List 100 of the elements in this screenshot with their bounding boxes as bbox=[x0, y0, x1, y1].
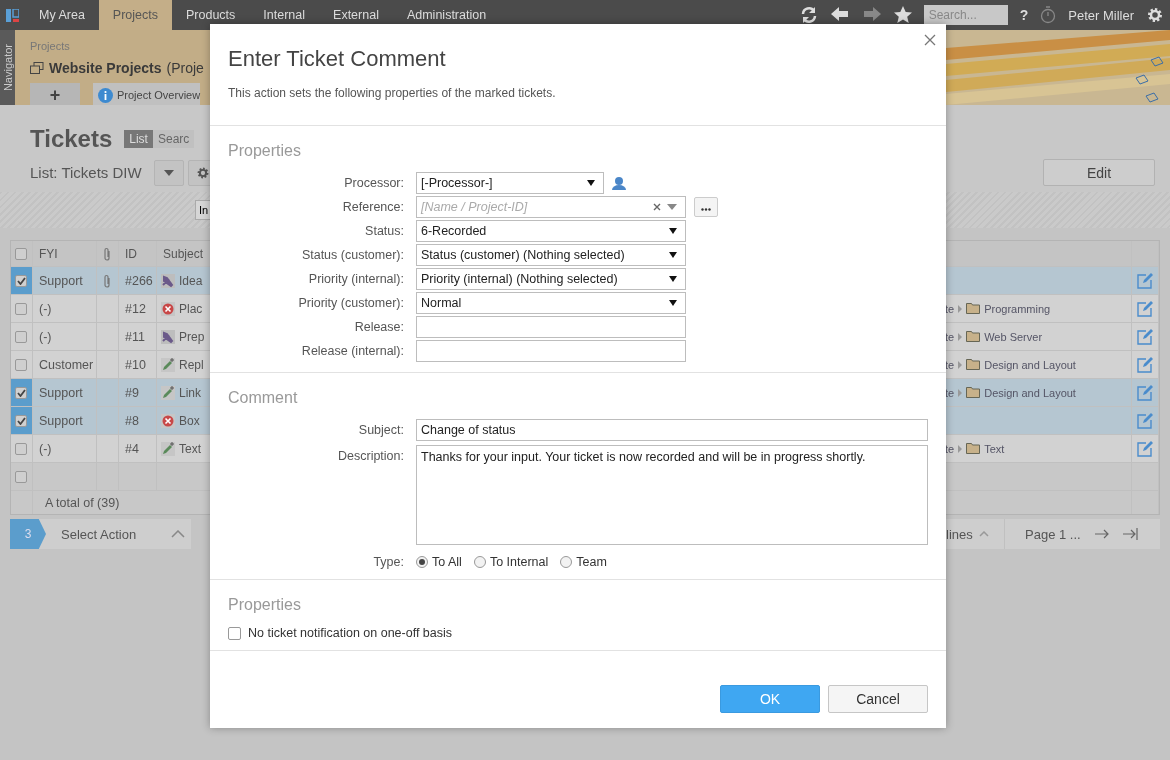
select-field[interactable]: Normal bbox=[416, 292, 686, 314]
chevron-up-icon bbox=[171, 530, 185, 538]
view-toggle[interactable]: List bbox=[124, 130, 153, 148]
edit-icon[interactable] bbox=[1137, 384, 1153, 401]
input-field[interactable] bbox=[416, 340, 686, 362]
select-field[interactable]: 6-Recorded bbox=[416, 220, 686, 242]
dialog-description: This action sets the following properties of the marked tickets. bbox=[228, 86, 557, 100]
edit-icon[interactable] bbox=[1137, 300, 1153, 317]
navigator-tab[interactable]: Navigator bbox=[0, 30, 15, 105]
search-field[interactable]: Search... bbox=[923, 5, 1008, 25]
processor-select[interactable]: [-Processor-] bbox=[416, 172, 604, 194]
field-label: Type: bbox=[372, 555, 404, 569]
column-header[interactable]: ID bbox=[119, 241, 157, 266]
field-label: Description: bbox=[337, 448, 404, 463]
field-label: Status (customer): bbox=[300, 248, 404, 262]
table-cell: #4 bbox=[119, 435, 157, 462]
folder-icon bbox=[966, 387, 981, 398]
edit-icon[interactable] bbox=[1137, 440, 1153, 457]
page-indicator[interactable]: Page 1 ... bbox=[1025, 526, 1081, 542]
checkbox[interactable] bbox=[15, 386, 27, 399]
next-page-icon[interactable] bbox=[1094, 529, 1109, 539]
nav-tab[interactable]: My Area bbox=[25, 0, 99, 30]
radio-button[interactable] bbox=[560, 556, 573, 568]
dropdown-button[interactable] bbox=[153, 159, 184, 186]
path-text: te bbox=[945, 442, 955, 455]
select-field[interactable]: Status (customer) (Nothing selected) bbox=[416, 244, 686, 266]
checkbox[interactable] bbox=[15, 302, 27, 315]
edit-icon[interactable] bbox=[1137, 328, 1153, 345]
checkbox[interactable] bbox=[228, 626, 241, 640]
table-cell: #12 bbox=[119, 295, 157, 322]
cancel-button[interactable]: Cancel bbox=[828, 685, 928, 713]
close-icon[interactable] bbox=[924, 34, 936, 46]
checkbox[interactable] bbox=[15, 442, 27, 455]
user-name[interactable]: Peter Miller bbox=[1068, 7, 1134, 23]
radio-option[interactable]: To All bbox=[416, 555, 462, 569]
settings-icon[interactable] bbox=[1146, 6, 1164, 24]
action-menu[interactable]: 3 Select Action bbox=[10, 519, 191, 549]
stopwatch-icon[interactable] bbox=[1040, 6, 1057, 24]
table-cell: Support bbox=[33, 379, 97, 406]
clear-icon[interactable] bbox=[653, 203, 661, 211]
browse-button[interactable] bbox=[694, 197, 718, 217]
folder-name[interactable]: Design and Layout bbox=[984, 358, 1076, 371]
checkbox[interactable] bbox=[15, 330, 27, 343]
page-title: Tickets bbox=[30, 125, 113, 153]
pencil-plus-icon bbox=[161, 357, 175, 372]
edit-button[interactable]: Edit bbox=[1043, 159, 1155, 186]
checkbox[interactable] bbox=[15, 247, 27, 260]
radio-button[interactable] bbox=[416, 556, 428, 568]
folder-name[interactable]: Design and Layout bbox=[984, 386, 1076, 399]
table-cell: (-) bbox=[33, 323, 97, 350]
caret-icon bbox=[163, 169, 174, 176]
field-label: Subject: bbox=[357, 423, 404, 437]
radio-option[interactable]: To Internal bbox=[473, 555, 549, 569]
add-tab-button[interactable]: + bbox=[30, 83, 80, 105]
checkbox[interactable] bbox=[15, 274, 27, 287]
folder-name[interactable]: Text bbox=[984, 442, 1005, 455]
table-cell: Prep bbox=[179, 329, 205, 344]
field-label: Release: bbox=[353, 320, 404, 334]
project-title: Website Projects bbox=[49, 60, 162, 76]
column-header[interactable]: FYI bbox=[33, 241, 97, 266]
edit-icon[interactable] bbox=[1137, 356, 1153, 373]
last-page-icon[interactable] bbox=[1122, 528, 1138, 540]
help-button[interactable]: ? bbox=[1019, 7, 1029, 23]
section-heading: Comment bbox=[228, 389, 299, 407]
field-label: Priority (internal): bbox=[307, 272, 404, 286]
column-header[interactable]: Subject bbox=[163, 246, 204, 261]
view-toggle[interactable]: Searc bbox=[152, 130, 195, 148]
field-label: Status: bbox=[364, 224, 404, 238]
forward-arrow-icon[interactable] bbox=[861, 6, 882, 24]
lines-menu[interactable]: lines bbox=[946, 519, 1005, 549]
project-tab[interactable]: Project Overview bbox=[93, 83, 201, 105]
checkbox-label[interactable]: No ticket notification on one-off basis bbox=[248, 626, 453, 640]
checkbox[interactable] bbox=[15, 470, 27, 483]
radio-option[interactable]: Team bbox=[560, 555, 607, 569]
folder-name[interactable]: Web Server bbox=[984, 330, 1043, 343]
path-text: te bbox=[945, 358, 955, 371]
caret-icon[interactable] bbox=[667, 204, 677, 210]
filter-field[interactable]: In bbox=[195, 200, 210, 220]
subject-field[interactable]: Change of status bbox=[416, 419, 928, 441]
edit-icon[interactable] bbox=[1137, 272, 1153, 289]
app-logo-icon[interactable] bbox=[6, 8, 19, 22]
person-icon[interactable] bbox=[612, 176, 626, 190]
folder-name[interactable]: Programming bbox=[984, 302, 1051, 315]
path-text: te bbox=[945, 386, 955, 399]
back-arrow-icon[interactable] bbox=[829, 6, 850, 24]
edit-icon[interactable] bbox=[1137, 412, 1153, 429]
stacked-windows-icon bbox=[30, 62, 44, 74]
checkbox[interactable] bbox=[15, 414, 27, 427]
description-field[interactable]: Thanks for your input. Your ticket is now recorded and will be in progress shortly. bbox=[416, 445, 928, 545]
pencil-plus-icon bbox=[161, 385, 175, 400]
radio-button[interactable] bbox=[473, 556, 486, 568]
star-icon[interactable] bbox=[893, 6, 912, 24]
checkbox[interactable] bbox=[15, 358, 27, 371]
nav-tab[interactable]: Projects bbox=[98, 0, 172, 30]
caret-icon bbox=[669, 252, 677, 258]
select-field[interactable]: Priority (internal) (Nothing selected) bbox=[416, 268, 686, 290]
refresh-icon[interactable] bbox=[799, 6, 818, 24]
error-icon bbox=[161, 413, 175, 428]
table-cell: Support bbox=[33, 407, 97, 434]
input-field[interactable] bbox=[416, 316, 686, 338]
